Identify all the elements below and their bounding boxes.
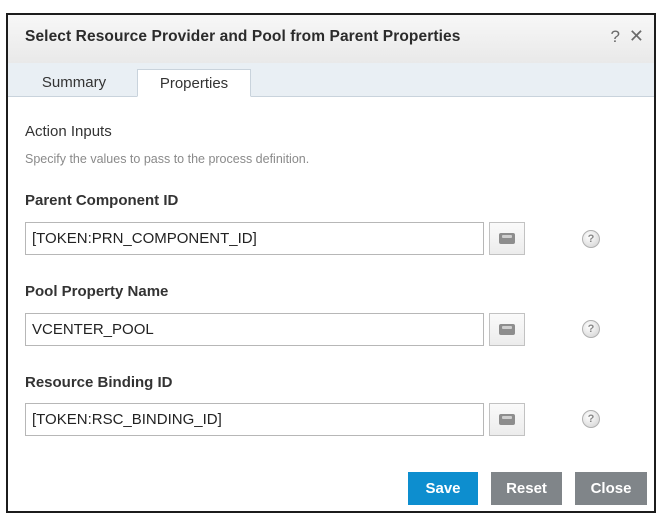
pool-property-name-label: Pool Property Name xyxy=(25,283,169,300)
dialog-title: Select Resource Provider and Pool from P… xyxy=(25,28,461,45)
close-button[interactable]: Close xyxy=(575,472,647,505)
tab-properties[interactable]: Properties xyxy=(137,69,251,97)
tray-icon xyxy=(499,414,515,425)
section-description: Specify the values to pass to the proces… xyxy=(25,152,310,166)
dialog-titlebar: Select Resource Provider and Pool from P… xyxy=(8,15,654,64)
tab-strip: Summary Properties xyxy=(8,63,654,97)
resource-binding-id-input[interactable] xyxy=(25,403,484,436)
tray-icon xyxy=(499,233,515,244)
parent-component-id-label: Parent Component ID xyxy=(25,192,179,209)
parent-component-id-input[interactable] xyxy=(25,222,484,255)
help-circle-icon[interactable]: ? xyxy=(582,410,600,428)
help-icon[interactable]: ? xyxy=(611,27,620,47)
help-circle-icon[interactable]: ? xyxy=(582,320,600,338)
section-title: Action Inputs xyxy=(25,123,112,140)
tray-icon xyxy=(499,324,515,335)
resource-binding-id-label: Resource Binding ID xyxy=(25,374,173,391)
tab-summary[interactable]: Summary xyxy=(26,69,122,96)
resource-binding-id-selector-button[interactable] xyxy=(489,403,525,436)
close-icon[interactable]: ✕ xyxy=(629,26,644,47)
parent-component-id-selector-button[interactable] xyxy=(489,222,525,255)
help-circle-icon[interactable]: ? xyxy=(582,230,600,248)
pool-property-name-selector-button[interactable] xyxy=(489,313,525,346)
save-button[interactable]: Save xyxy=(408,472,478,505)
pool-property-name-input[interactable] xyxy=(25,313,484,346)
dialog: Select Resource Provider and Pool from P… xyxy=(6,13,656,513)
reset-button[interactable]: Reset xyxy=(491,472,562,505)
